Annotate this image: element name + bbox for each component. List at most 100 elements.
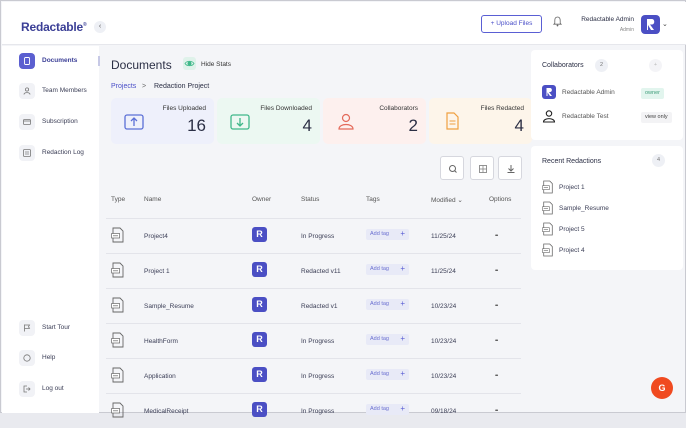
more-options-icon[interactable]: ••• bbox=[495, 373, 498, 379]
sidebar-item-label: Documents bbox=[42, 57, 78, 64]
logout-icon bbox=[19, 381, 35, 397]
recent-item-label: Project 4 bbox=[559, 247, 585, 254]
count-badge: 4 bbox=[652, 154, 665, 167]
sidebar-item-start-tour[interactable]: Start Tour bbox=[19, 319, 97, 337]
table-row[interactable]: Project 1 R Redacted v11 Add tag +11/25/24 ••… bbox=[106, 253, 521, 288]
avatar-logo-icon bbox=[546, 88, 552, 96]
sidebar-item-documents[interactable]: Documents bbox=[19, 52, 97, 70]
status-text: In Progress bbox=[301, 233, 335, 240]
upload-files-button[interactable]: + Upload Files bbox=[481, 15, 542, 33]
column-header-owner: Owner bbox=[252, 196, 272, 203]
more-options-icon[interactable]: ••• bbox=[495, 338, 498, 344]
table-row[interactable]: MedicalReceipt R In Progress Add tag +09/18/… bbox=[106, 393, 521, 428]
sidebar-item-subscription[interactable]: Subscription bbox=[19, 113, 97, 131]
status-text: In Progress bbox=[301, 338, 335, 345]
pdf-file-icon bbox=[542, 201, 554, 215]
add-tag-button[interactable]: Add tag + bbox=[366, 264, 409, 275]
add-tag-button[interactable]: Add tag + bbox=[366, 229, 409, 240]
bell-icon[interactable] bbox=[553, 16, 562, 27]
table-row[interactable]: Sample_Resume R Redacted v1 Add tag +10/23/2… bbox=[106, 288, 521, 323]
role-badge-owner: owner bbox=[641, 88, 664, 99]
sidebar: Documents Team Members Subscription Reda… bbox=[2, 46, 100, 413]
breadcrumb-projects[interactable]: Projects bbox=[111, 83, 136, 90]
stat-card-collaborators: Collaborators 2 bbox=[323, 98, 426, 144]
app-window: Redactable® ‹ + Upload Files Redactable … bbox=[0, 0, 686, 418]
eye-icon[interactable] bbox=[183, 57, 196, 70]
modified-date: 11/25/24 bbox=[431, 268, 456, 275]
table-row[interactable]: HealthForm R In Progress Add tag +10/23/24 ••… bbox=[106, 323, 521, 358]
add-tag-button[interactable]: Add tag + bbox=[366, 369, 409, 380]
more-options-icon[interactable]: ••• bbox=[495, 408, 498, 414]
more-options-icon[interactable]: ••• bbox=[495, 233, 498, 239]
chat-icon bbox=[19, 350, 35, 366]
more-options-icon[interactable]: ••• bbox=[495, 303, 498, 309]
search-button[interactable] bbox=[440, 156, 464, 180]
stat-card-files-downloaded: Files Downloaded 4 bbox=[217, 98, 320, 144]
table-row[interactable]: Application R In Progress Add tag +10/23/24 •… bbox=[106, 358, 521, 393]
stat-label: Files Uploaded bbox=[162, 105, 206, 112]
add-tag-label: Add tag bbox=[370, 266, 389, 272]
log-icon bbox=[19, 145, 35, 161]
document-name[interactable]: Project4 bbox=[144, 233, 168, 240]
sort-chevron-icon[interactable]: ⌄ bbox=[457, 197, 462, 204]
column-header-modified[interactable]: Modified ⌄ bbox=[431, 196, 463, 204]
panel-title: Collaborators bbox=[542, 62, 584, 69]
document-name[interactable]: MedicalReceipt bbox=[144, 408, 188, 415]
user-avatar[interactable] bbox=[641, 15, 660, 34]
sidebar-item-redaction-log[interactable]: Redaction Log bbox=[19, 144, 97, 162]
collapse-sidebar-button[interactable]: ‹ bbox=[94, 21, 106, 33]
stat-card-files-redacted: Files Redacted 4 bbox=[429, 98, 532, 144]
download-icon bbox=[507, 165, 515, 173]
owner-avatar: R bbox=[252, 402, 267, 417]
search-icon bbox=[449, 165, 457, 173]
add-tag-button[interactable]: Add tag + bbox=[366, 299, 409, 310]
stat-card-files-uploaded: Files Uploaded 16 bbox=[111, 98, 214, 144]
recent-redactions-panel: Recent Redactions 4 Project 1 Sample_Resu… bbox=[531, 146, 683, 270]
plus-icon: + bbox=[400, 369, 405, 378]
page-title: Documents bbox=[111, 58, 172, 72]
sidebar-item-label: Help bbox=[42, 354, 56, 361]
top-bar: Redactable® ‹ + Upload Files Redactable … bbox=[2, 2, 686, 45]
document-name[interactable]: Application bbox=[144, 373, 176, 380]
upload-icon bbox=[123, 110, 145, 132]
grid-view-button[interactable] bbox=[470, 156, 494, 180]
user-icon bbox=[542, 109, 556, 123]
main-content: Documents Hide Stats Projects > Redactio… bbox=[101, 46, 532, 418]
stat-value: 16 bbox=[187, 116, 206, 135]
chevron-down-icon[interactable]: ⌄ bbox=[662, 20, 668, 28]
sidebar-item-help[interactable]: Help bbox=[19, 349, 97, 367]
column-header-options: Options bbox=[489, 196, 512, 203]
more-options-icon[interactable]: ••• bbox=[495, 268, 498, 274]
add-tag-label: Add tag bbox=[370, 371, 389, 377]
download-button[interactable] bbox=[498, 156, 522, 180]
owner-avatar: R bbox=[252, 262, 267, 277]
breadcrumb-current: Redaction Project bbox=[154, 83, 210, 90]
recent-item-label: Sample_Resume bbox=[559, 205, 609, 212]
recent-item-label: Project 5 bbox=[559, 226, 585, 233]
hide-stats-button[interactable]: Hide Stats bbox=[201, 61, 231, 68]
pdf-file-icon bbox=[542, 222, 554, 236]
owner-avatar: R bbox=[252, 227, 267, 242]
document-name[interactable]: Sample_Resume bbox=[144, 303, 194, 310]
table-row[interactable]: Project4 R In Progress Add tag +11/25/24 ••• bbox=[106, 218, 521, 253]
sidebar-item-logout[interactable]: Log out bbox=[19, 380, 97, 398]
role-dropdown-view-only[interactable]: view only bbox=[641, 112, 672, 123]
plus-icon: + bbox=[400, 404, 405, 413]
stat-label: Collaborators bbox=[379, 105, 418, 112]
column-header-status: Status bbox=[301, 196, 320, 203]
g2-badge[interactable]: G bbox=[651, 377, 673, 399]
column-header-name[interactable]: Name bbox=[144, 196, 161, 203]
modified-date: 10/23/24 bbox=[431, 303, 457, 310]
add-tag-button[interactable]: Add tag + bbox=[366, 334, 409, 345]
app-logo[interactable]: Redactable® bbox=[21, 20, 87, 34]
document-name[interactable]: HealthForm bbox=[144, 338, 178, 345]
add-collaborator-button[interactable]: + bbox=[649, 59, 662, 72]
sidebar-item-team-members[interactable]: Team Members bbox=[19, 82, 97, 100]
document-name[interactable]: Project 1 bbox=[144, 268, 170, 275]
column-header-type: Type bbox=[111, 196, 126, 203]
avatar bbox=[542, 85, 556, 99]
flag-icon bbox=[19, 320, 35, 336]
pdf-file-icon bbox=[542, 180, 554, 194]
add-tag-button[interactable]: Add tag + bbox=[366, 404, 409, 415]
card-icon bbox=[19, 114, 35, 130]
